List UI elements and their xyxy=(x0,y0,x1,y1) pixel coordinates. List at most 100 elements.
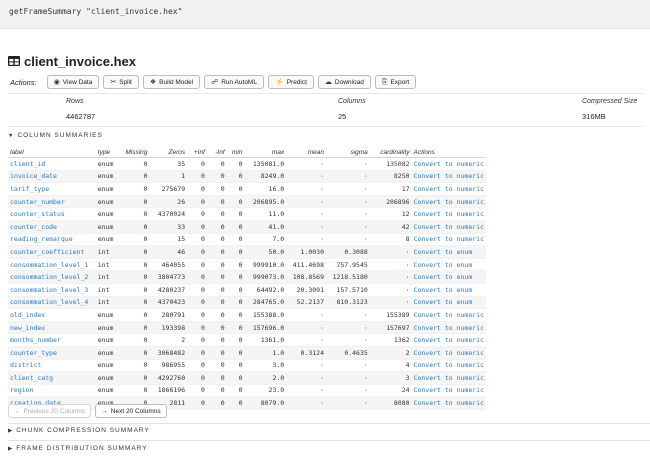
convert-action-link[interactable]: Convert to enum xyxy=(411,270,486,284)
convert-action-link[interactable]: Convert to numeric xyxy=(411,333,486,347)
convert-action-link[interactable]: Convert to numeric xyxy=(411,233,486,247)
frame-distribution-toggle[interactable]: ▶ FRAME DISTRIBUTION SUMMARY xyxy=(8,445,148,452)
column-label-link[interactable]: region xyxy=(8,384,96,398)
cell-type: int xyxy=(95,283,120,297)
table-row: invoice_date enum 0 1 0 0 0 8249.0 · · 8250 Convert… xyxy=(8,170,486,184)
cell-type: enum xyxy=(95,170,120,184)
previous-columns-button[interactable]: ← Previous 20 Columns xyxy=(8,404,92,418)
command-text[interactable]: getFrameSummary "client_invoice.hex" xyxy=(9,7,182,16)
split-button[interactable]: ✂ Split xyxy=(103,75,139,89)
cell-max: 8079.0 xyxy=(244,396,287,410)
cell-max: 3.0 xyxy=(244,359,287,373)
column-label-link[interactable]: client_catg xyxy=(8,371,96,385)
cell-type: int xyxy=(95,245,120,259)
cell-sigma: · xyxy=(326,157,370,171)
convert-action-link[interactable]: Convert to enum xyxy=(411,283,486,297)
cell-max: 23.0 xyxy=(244,384,287,398)
cell-max: 135081.0 xyxy=(244,157,287,171)
cell-cardinality: · xyxy=(369,283,412,297)
cell-type: enum xyxy=(95,371,120,385)
chunk-compression-toggle[interactable]: ▶ CHUNK COMPRESSION SUMMARY xyxy=(8,427,150,434)
cell-zeros: 46 xyxy=(149,245,188,259)
convert-action-link[interactable]: Convert to numeric xyxy=(411,195,486,209)
convert-action-link[interactable]: Convert to numeric xyxy=(411,157,486,171)
run-automl-button[interactable]: ☍ Run AutoML xyxy=(204,75,264,89)
cell-mean: · xyxy=(286,359,326,373)
convert-action-link[interactable]: Convert to numeric xyxy=(411,170,486,184)
cell-neg-inf: 0 xyxy=(206,346,227,360)
column-label-link[interactable]: consommation_level_3 xyxy=(8,283,96,297)
convert-action-link[interactable]: Convert to numeric xyxy=(411,346,486,360)
convert-action-link[interactable]: Convert to enum xyxy=(411,296,486,310)
column-label-link[interactable]: consommation_level_1 xyxy=(8,258,96,272)
build-model-button[interactable]: ❖ Build Model xyxy=(142,75,201,89)
table-header-row: label type Missing Zeros +Inf -Inf min m… xyxy=(8,147,486,158)
convert-action-link[interactable]: Convert to numeric xyxy=(411,321,486,335)
cell-cardinality: · xyxy=(369,258,412,272)
convert-action-link[interactable]: Convert to numeric xyxy=(411,220,486,234)
convert-action-link[interactable]: Convert to numeric xyxy=(411,207,486,221)
column-label-link[interactable]: new_index xyxy=(8,321,96,335)
column-label-link[interactable]: counter_coefficient xyxy=(8,245,96,259)
convert-action-link[interactable]: Convert to numeric xyxy=(411,308,486,322)
cell-min: 0 xyxy=(226,207,245,221)
rows-header: Rows xyxy=(66,98,84,105)
arrow-left-icon: ← xyxy=(14,407,21,415)
column-label-link[interactable]: months_number xyxy=(8,333,96,347)
column-summaries-toggle[interactable]: ▼ COLUMN SUMMARIES xyxy=(8,132,103,139)
cell-sigma: · xyxy=(326,396,370,410)
cell-sigma: · xyxy=(326,220,370,234)
cell-pos-inf: 0 xyxy=(187,283,207,297)
table-row: counter_coefficient int 0 46 0 0 0 50.0 1.0030 0.… xyxy=(8,245,486,259)
cell-neg-inf: 0 xyxy=(206,195,227,209)
column-label-link[interactable]: counter_status xyxy=(8,207,96,221)
column-label-link[interactable]: counter_number xyxy=(8,195,96,209)
cell-max: 7.0 xyxy=(244,233,287,247)
cell-min: 0 xyxy=(226,308,245,322)
convert-action-link[interactable]: Convert to numeric xyxy=(411,182,486,196)
cell-cardinality: · xyxy=(369,270,412,284)
convert-action-link[interactable]: Convert to numeric xyxy=(411,396,486,410)
cell-mean: · xyxy=(286,371,326,385)
predict-label: Predict xyxy=(286,78,307,86)
column-label-link[interactable]: tarif_type xyxy=(8,182,96,196)
column-label-link[interactable]: consommation_level_2 xyxy=(8,270,96,284)
cell-missing: 0 xyxy=(119,157,150,171)
column-label-link[interactable]: district xyxy=(8,359,96,373)
cell-min: 0 xyxy=(226,245,245,259)
download-button[interactable]: ☁ Download xyxy=(317,75,371,89)
cell-sigma: 0.4635 xyxy=(326,346,370,360)
export-button[interactable]: ⎘ Export xyxy=(374,75,417,89)
column-label-link[interactable]: counter_code xyxy=(8,220,96,234)
cell-missing: 0 xyxy=(119,170,150,184)
column-label-link[interactable]: old_index xyxy=(8,308,96,322)
cell-mean: · xyxy=(286,396,326,410)
column-label-link[interactable]: reading_remarque xyxy=(8,233,96,247)
cell-neg-inf: 0 xyxy=(206,384,227,398)
frame-summary: Rows 4462787 Columns 25 Compressed Size … xyxy=(8,93,643,127)
predict-button[interactable]: ⚡ Predict xyxy=(267,75,314,89)
command-cell[interactable]: getFrameSummary "client_invoice.hex" xyxy=(0,0,650,29)
convert-action-link[interactable]: Convert to enum xyxy=(411,245,486,259)
column-label-link[interactable]: counter_type xyxy=(8,346,96,360)
column-label-link[interactable]: invoice_date xyxy=(8,170,96,184)
convert-action-link[interactable]: Convert to numeric xyxy=(411,384,486,398)
cell-sigma: · xyxy=(326,359,370,373)
column-label-link[interactable]: client_id xyxy=(8,157,96,171)
cell-max: 284765.0 xyxy=(244,296,287,310)
cell-min: 0 xyxy=(226,333,245,347)
cell-min: 0 xyxy=(226,258,245,272)
view-data-button[interactable]: ◉ View Data xyxy=(46,75,100,89)
cell-sigma: · xyxy=(326,384,370,398)
cell-type: int xyxy=(95,270,120,284)
cell-type: enum xyxy=(95,346,120,360)
column-label-link[interactable]: consommation_level_4 xyxy=(8,296,96,310)
cell-min: 0 xyxy=(226,321,245,335)
table-row: new_index enum 0 193398 0 0 0 157696.0 · · 157697 C… xyxy=(8,321,486,335)
next-columns-button[interactable]: → Next 20 Columns xyxy=(95,404,167,418)
convert-action-link[interactable]: Convert to numeric xyxy=(411,359,486,373)
convert-action-link[interactable]: Convert to numeric xyxy=(411,371,486,385)
cell-missing: 0 xyxy=(119,384,150,398)
convert-action-link[interactable]: Convert to enum xyxy=(411,258,486,272)
table-row: consommation_level_1 int 0 464055 0 0 0 999910.… xyxy=(8,258,486,272)
